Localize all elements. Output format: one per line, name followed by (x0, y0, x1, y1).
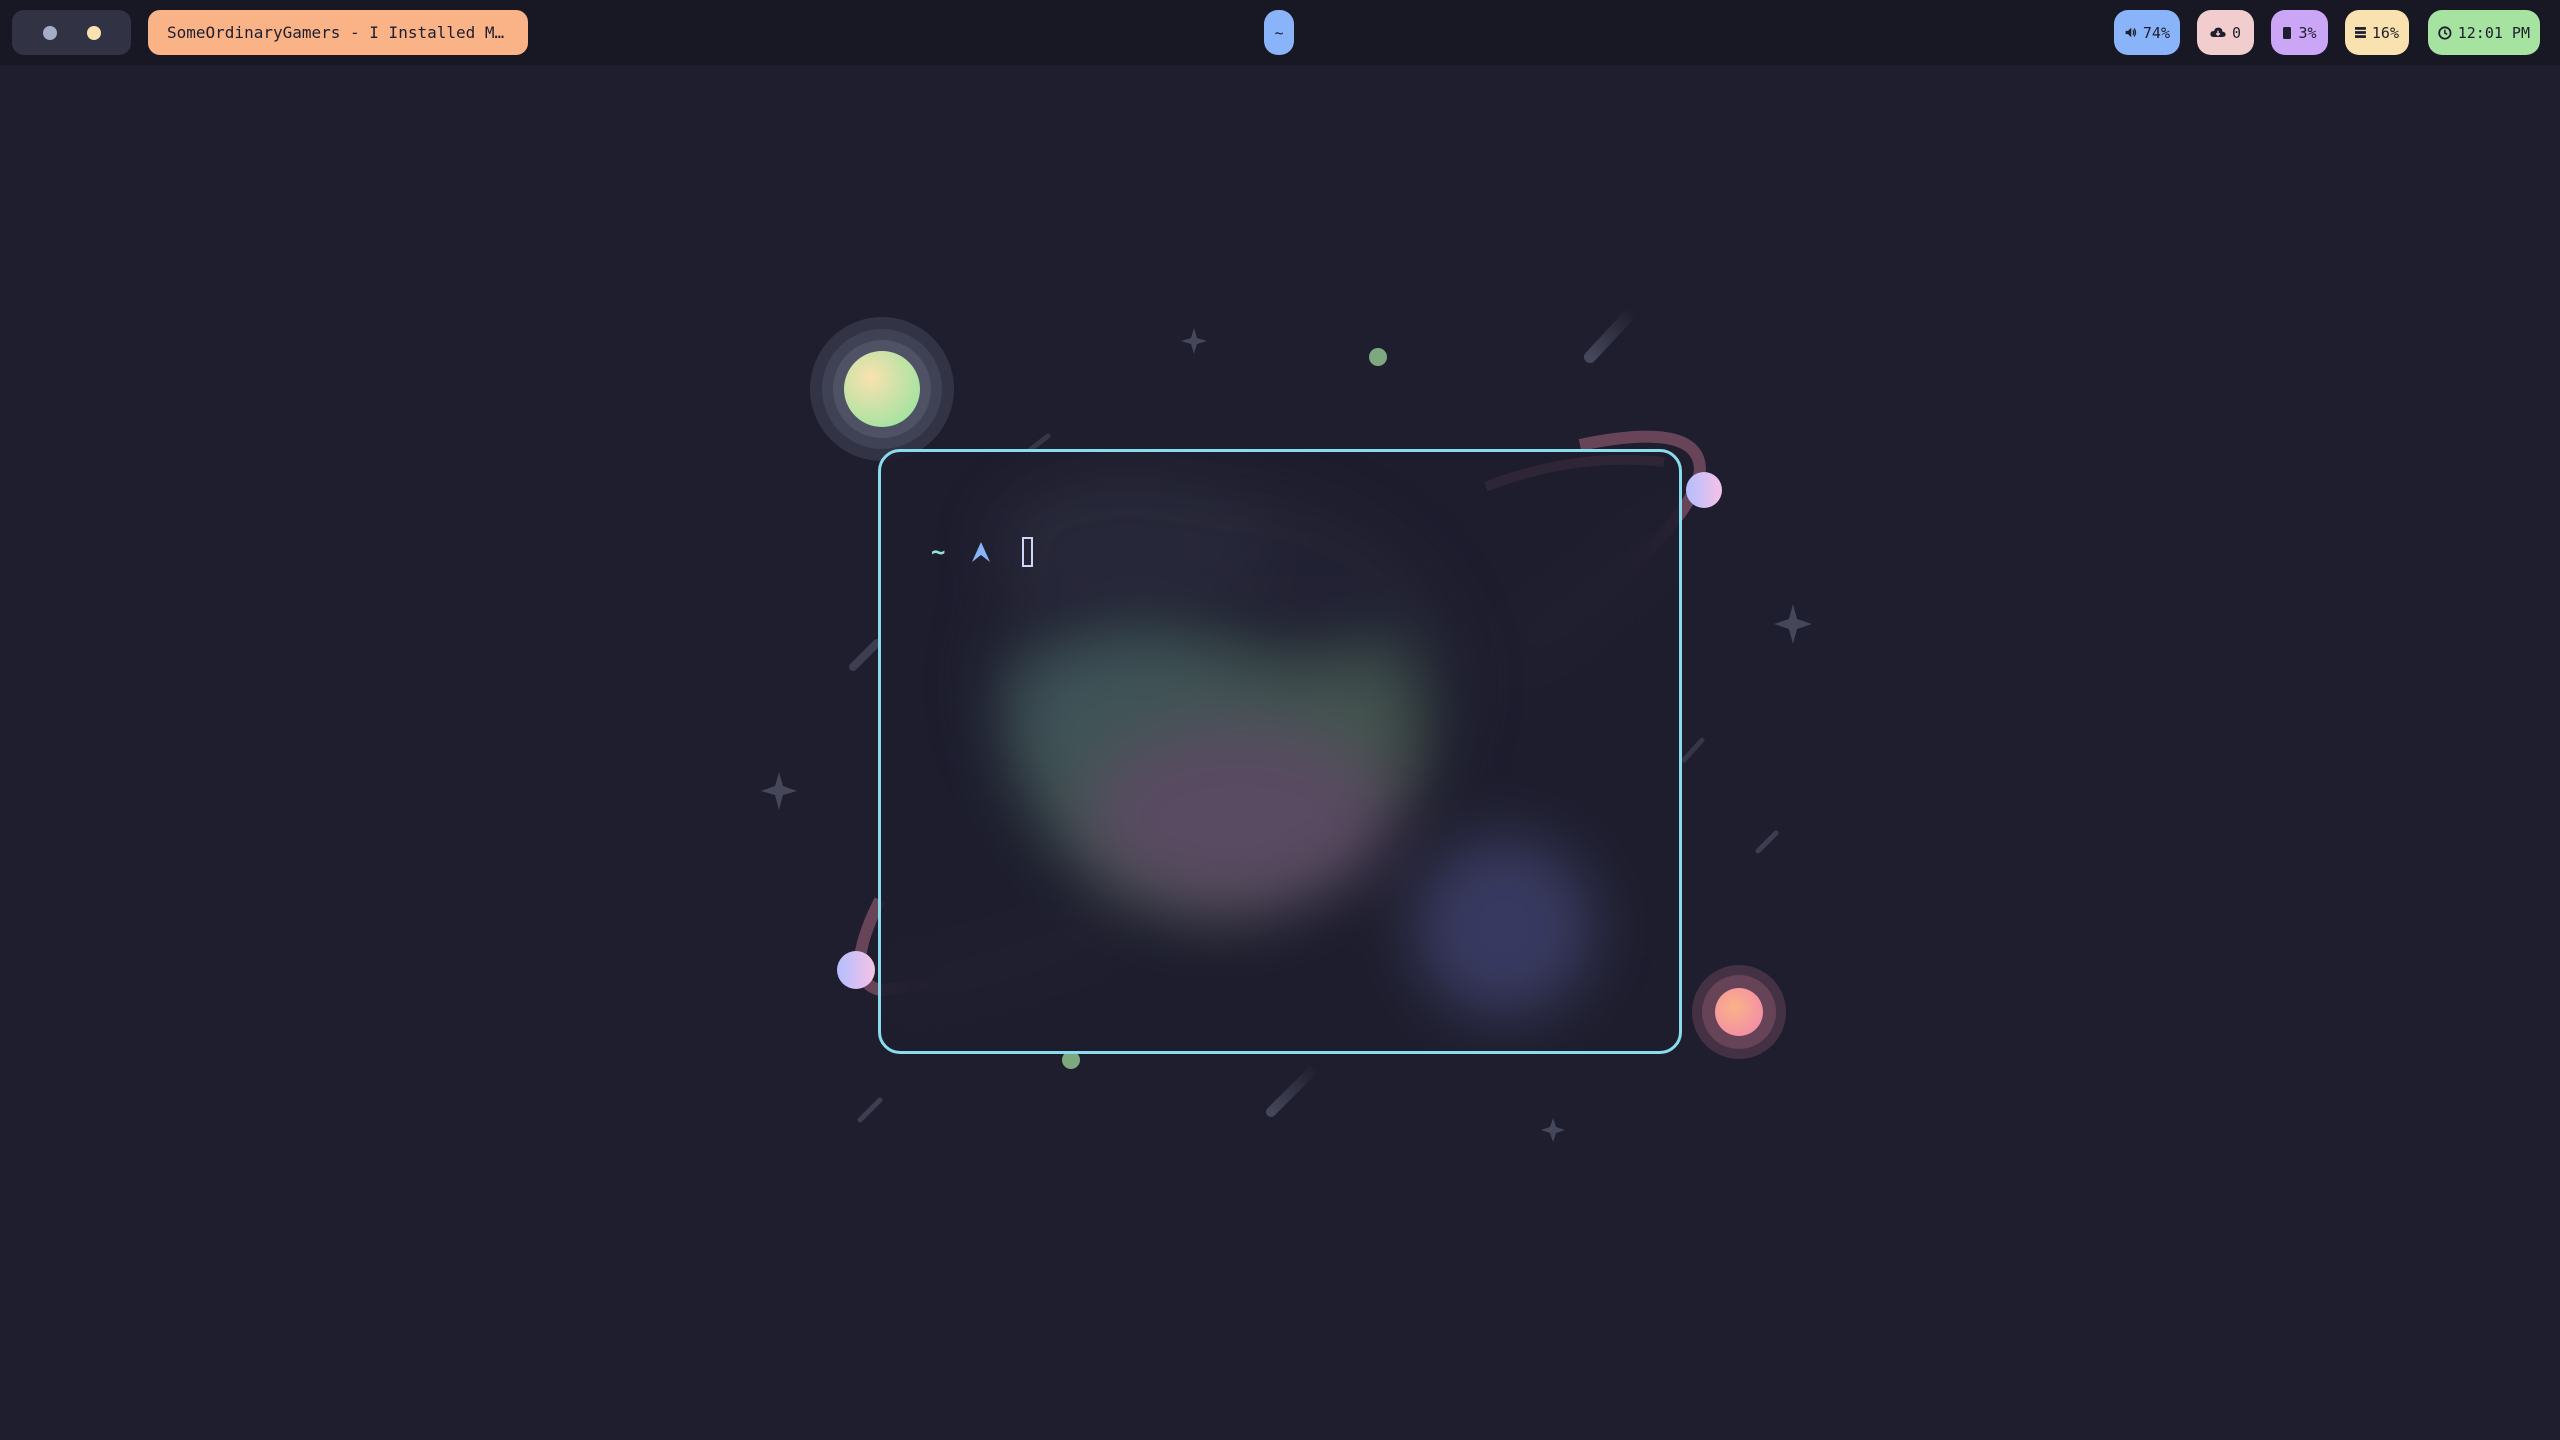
cpu-indicator[interactable]: 3% (2271, 10, 2328, 55)
cpu-icon (2283, 26, 2292, 39)
desktop: SomeOrdinaryGamers - I Installed Malwa… … (0, 0, 2560, 1440)
clock-icon (2438, 25, 2452, 40)
cpu-value: 3% (2298, 23, 2317, 42)
speaker-icon (2125, 27, 2137, 38)
current-directory-pill[interactable]: ~ (1264, 10, 1294, 55)
memory-indicator[interactable]: 16% (2345, 10, 2409, 55)
workspace-2-dot[interactable] (86, 25, 101, 40)
cloud-download-icon (2210, 27, 2226, 37)
terminal-window[interactable]: ~ (878, 449, 1682, 1054)
network-value: 0 (2231, 23, 2242, 42)
moon-icon (1686, 472, 1722, 508)
window-title-text: SomeOrdinaryGamers - I Installed Malwa… (167, 23, 512, 42)
clock-value: 12:01 PM (2457, 23, 2530, 42)
top-bar: SomeOrdinaryGamers - I Installed Malwa… … (0, 0, 2560, 65)
volume-value: 74% (2142, 23, 2170, 42)
text-cursor (1022, 537, 1034, 567)
sun-planet-icon (810, 317, 954, 461)
workspace-switcher (12, 10, 131, 55)
moon-icon (837, 951, 875, 989)
network-indicator[interactable]: 0 (2197, 10, 2254, 55)
prompt-directory: ~ (931, 538, 946, 566)
active-window-title[interactable]: SomeOrdinaryGamers - I Installed Malwa… (148, 10, 528, 55)
memory-value: 16% (2371, 23, 2399, 42)
memory-icon (2355, 27, 2366, 38)
shell-prompt[interactable]: ~ (931, 537, 1034, 567)
star-dot-icon (1369, 348, 1387, 366)
arrow-up-icon (972, 542, 991, 562)
coral-planet-icon (1692, 965, 1786, 1059)
clock-indicator[interactable]: 12:01 PM (2428, 10, 2540, 55)
volume-indicator[interactable]: 74% (2114, 10, 2180, 55)
current-directory-label: ~ (1274, 23, 1284, 42)
workspace-1-dot[interactable] (42, 25, 57, 40)
